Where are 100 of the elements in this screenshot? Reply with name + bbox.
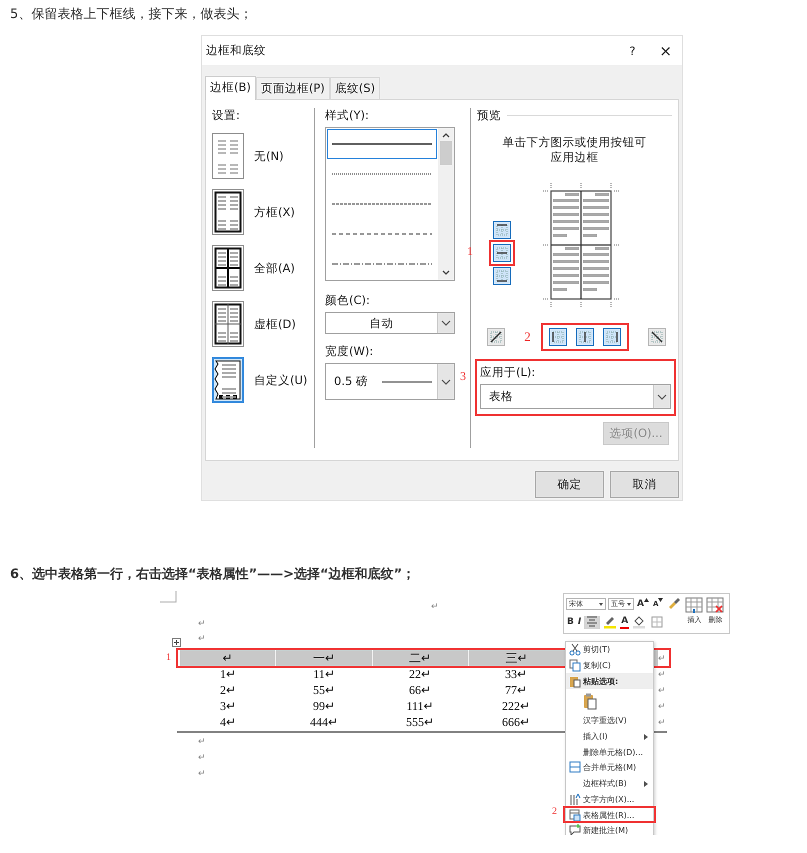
- menu-item[interactable]: 复制(C): [566, 658, 653, 674]
- text-direction-icon: [568, 792, 580, 806]
- page-corner-icon: [160, 591, 177, 603]
- table-preview-drawing[interactable]: [543, 183, 619, 307]
- border-toggle-button[interactable]: [576, 328, 594, 346]
- annotation-number: 2: [552, 806, 557, 817]
- table-row[interactable]: 2↵ 55↵ 66↵ 77↵: [180, 682, 564, 698]
- dropdown-arrow-icon[interactable]: [599, 602, 603, 606]
- highlight-button[interactable]: [602, 616, 618, 628]
- color-label: 颜色(C):: [325, 293, 371, 308]
- menu-item[interactable]: 删除单元格(D)...: [566, 744, 653, 760]
- table-cell: 555↵: [406, 714, 434, 730]
- scroll-up-icon[interactable]: [441, 132, 451, 139]
- italic-button[interactable]: I: [576, 616, 582, 628]
- border-edge-icon: [606, 331, 618, 343]
- menu-section-header: 粘贴选项:: [566, 673, 653, 690]
- annotation-number: 3: [460, 369, 466, 384]
- table-move-handle-icon[interactable]: [172, 638, 181, 647]
- setting-label[interactable]: 虚框(D): [254, 316, 296, 332]
- dropdown-value: 自动: [370, 316, 394, 330]
- merge-icon: [568, 761, 580, 774]
- arrow-up-icon: [644, 598, 649, 602]
- setting-label[interactable]: 自定义(U): [254, 372, 308, 388]
- tab[interactable]: 边框(B): [205, 76, 256, 100]
- border-edge-icon: [496, 270, 508, 282]
- border-toggle-button[interactable]: [602, 328, 621, 346]
- border-edge-icon: [578, 331, 591, 343]
- menu-item[interactable]: 剪切(T): [566, 642, 653, 658]
- border-edge-icon: [490, 331, 502, 343]
- scrollbar-thumb[interactable]: [440, 141, 452, 165]
- setting-label[interactable]: 方框(X): [254, 204, 295, 220]
- border-toggle-button[interactable]: [493, 267, 511, 285]
- submenu-arrow-icon: [644, 734, 648, 740]
- setting-label[interactable]: 全部(A): [254, 260, 295, 276]
- line-sample-icon: [382, 380, 432, 384]
- chevron-down-icon[interactable]: [657, 392, 667, 400]
- width-dropdown[interactable]: 0.5 磅: [325, 363, 455, 400]
- grow-button[interactable]: A: [636, 598, 650, 610]
- dropdown-value: 0.5 磅: [334, 374, 368, 389]
- submenu-arrow-icon: [644, 780, 648, 787]
- font-color-button[interactable]: A: [620, 616, 630, 628]
- setting-option-icon[interactable]: [212, 245, 244, 291]
- menu-item[interactable]: 汉字重选(V): [566, 713, 653, 729]
- table-cell: 111↵: [406, 698, 434, 714]
- menu-item[interactable]: 表格属性(R)...: [566, 807, 653, 823]
- scissors-icon: [568, 643, 580, 656]
- table-cell: ↵: [222, 650, 233, 666]
- shading-button[interactable]: [631, 616, 648, 628]
- chevron-down-icon[interactable]: [441, 378, 451, 386]
- annotation-number: 2: [524, 329, 531, 345]
- setting-option-icon[interactable]: [212, 189, 244, 235]
- dropdown-arrow-icon[interactable]: [627, 602, 631, 606]
- border-toggle-button[interactable]: [493, 244, 511, 262]
- menu-item[interactable]: 插入(I): [566, 728, 653, 744]
- dialog-title: 边框和底纹: [206, 43, 267, 58]
- style-label: 样式(Y):: [325, 108, 370, 123]
- table-cell: 1↵: [220, 666, 236, 682]
- scroll-down-icon[interactable]: [441, 269, 451, 276]
- border-toggle-button[interactable]: [548, 328, 567, 346]
- menu-item[interactable]: 新建批注(M): [566, 822, 653, 835]
- border-edge-icon: [496, 247, 508, 259]
- setting-label[interactable]: 无(N): [254, 148, 284, 164]
- border-toggle-button[interactable]: [493, 221, 511, 239]
- annotation-number: 1: [166, 652, 171, 663]
- table-cell: 3↵: [220, 698, 236, 714]
- arrow-down-icon: [658, 598, 664, 602]
- row-end-mark: ↵: [658, 685, 666, 695]
- help-button[interactable]: ?: [629, 44, 636, 58]
- table-cell: 一↵: [312, 650, 335, 666]
- table-row[interactable]: 1↵ 11↵ 22↵ 33↵: [180, 666, 564, 682]
- paragraph-mark: ↵: [198, 633, 206, 643]
- menu-item[interactable]: 边框样式(B): [566, 776, 653, 792]
- border-toggle-button[interactable]: [487, 328, 505, 346]
- row-end-mark: ↵: [658, 701, 666, 711]
- table-row[interactable]: 3↵ 99↵ 111↵ 222↵: [180, 698, 564, 714]
- close-button[interactable]: ×: [659, 42, 672, 60]
- menu-item[interactable]: 合并单元格(M): [566, 760, 653, 776]
- dialog-button[interactable]: 取消: [610, 471, 679, 498]
- table-cell: 222↵: [502, 698, 530, 714]
- border-toggle-button[interactable]: [648, 328, 666, 346]
- clipboard-icon: [568, 674, 580, 688]
- apply-to-dropdown[interactable]: 表格: [480, 384, 671, 409]
- line-style-option[interactable]: [327, 129, 437, 159]
- dialog-button[interactable]: 确定: [535, 471, 604, 498]
- bold-button[interactable]: B: [566, 616, 575, 628]
- settings-label: 设置:: [212, 108, 241, 123]
- center-button[interactable]: [584, 616, 600, 628]
- color-dropdown[interactable]: 自动: [325, 312, 455, 334]
- setting-option-icon[interactable]: [212, 301, 244, 347]
- tab[interactable]: 底纹(S): [330, 77, 380, 99]
- setting-option-icon[interactable]: [212, 357, 244, 403]
- chevron-down-icon[interactable]: [441, 319, 451, 327]
- tab[interactable]: 页面边框(P): [256, 77, 330, 99]
- paragraph-mark: ↵: [198, 736, 206, 746]
- menu-item[interactable]: 文字方向(X)...: [566, 792, 653, 808]
- table-row[interactable]: 4↵ 444↵ 555↵ 666↵: [180, 714, 564, 730]
- table-row[interactable]: ↵ 一↵ 二↵ 三↵: [180, 650, 564, 666]
- paste-option-icon[interactable]: [583, 692, 597, 710]
- table-cell: 66↵: [409, 682, 431, 698]
- dropdown-value: 表格: [489, 389, 513, 404]
